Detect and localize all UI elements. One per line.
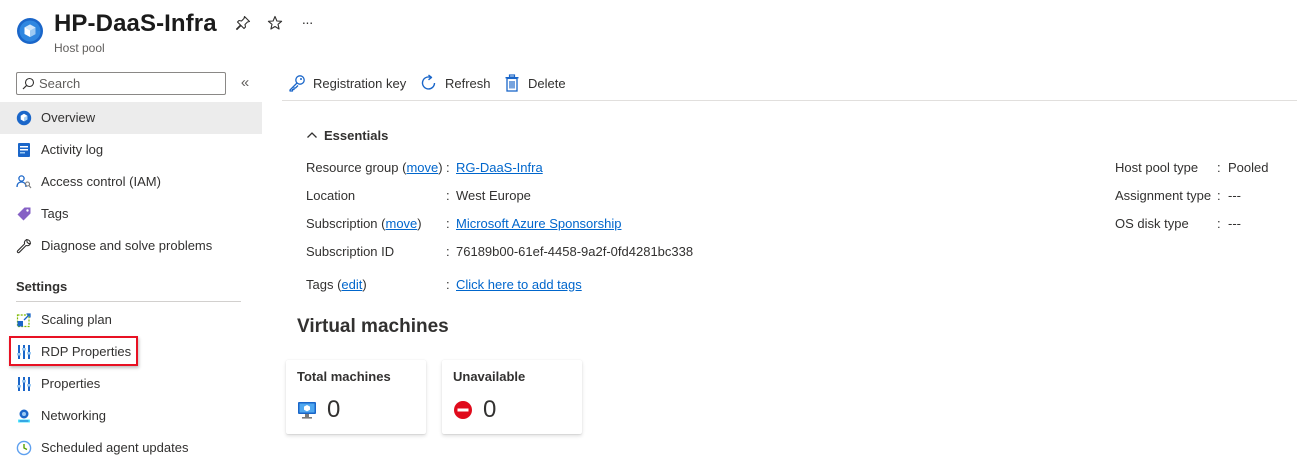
sidebar-item-label: Access control (IAM) (41, 174, 161, 189)
essentials-heading: Essentials (324, 128, 389, 143)
search-icon (22, 77, 35, 90)
wrench-icon (16, 238, 32, 254)
search-box[interactable] (16, 72, 226, 95)
registration-key-label: Registration key (313, 76, 407, 91)
card-title: Unavailable (453, 369, 526, 384)
separator: : (1217, 216, 1221, 231)
sidebar-item-diagnose[interactable]: Diagnose and solve problems (0, 230, 262, 262)
card-value: 0 (483, 396, 497, 423)
resource-group-move-link[interactable]: move (406, 160, 438, 175)
resource-group-key: Resource group (move) (306, 160, 443, 175)
tag-icon (17, 207, 31, 221)
unavailable-card[interactable]: Unavailable 0 (442, 360, 582, 434)
more-icon[interactable]: ··· (298, 13, 316, 31)
sidebar-item-label: Networking (41, 408, 107, 423)
section-divider (16, 301, 241, 302)
activity-log-icon (18, 143, 30, 157)
sidebar-item-label: RDP Properties (41, 344, 132, 359)
card-value: 0 (327, 396, 341, 423)
tags-edit-link[interactable]: edit (341, 277, 362, 292)
blocked-icon (454, 401, 472, 419)
sidebar-item-label: Diagnose and solve problems (41, 238, 213, 253)
chevron-up-icon (307, 132, 317, 138)
tags-key: Tags (edit) (306, 277, 367, 292)
sliders-icon (17, 377, 31, 391)
settings-section-heading: Settings (16, 279, 68, 294)
host-pool-type-label: Host pool type (1115, 160, 1199, 175)
page-title: HP-DaaS-Infra (54, 10, 217, 37)
sidebar-item-activity-log[interactable]: Activity log (0, 134, 262, 166)
separator: : (446, 277, 450, 292)
refresh-button[interactable]: Refresh (420, 73, 492, 93)
refresh-icon (421, 74, 436, 90)
pin-icon[interactable] (234, 15, 252, 33)
delete-button[interactable]: Delete (503, 73, 568, 93)
resource-group-label: Resource group (306, 160, 399, 175)
separator: : (446, 216, 450, 231)
clock-icon (16, 440, 32, 456)
monitor-icon (298, 402, 316, 419)
essentials-toggle[interactable]: Essentials (306, 127, 396, 145)
sidebar-item-access-control[interactable]: Access control (IAM) (0, 166, 262, 198)
collapse-menu-icon[interactable]: « (237, 73, 253, 93)
add-tags-link[interactable]: Click here to add tags (456, 277, 582, 292)
command-bar: Registration key Refresh Delete (282, 62, 1297, 101)
sidebar-item-networking[interactable]: Networking (0, 400, 262, 432)
location-value: West Europe (456, 188, 531, 203)
iam-icon (16, 175, 32, 189)
sidebar-item-label: Scaling plan (41, 312, 112, 327)
sidebar-item-label: Overview (41, 110, 96, 125)
sidebar-item-overview[interactable]: Overview (0, 102, 262, 134)
blade-header: HP-DaaS-Infra Host pool ··· (0, 0, 1297, 62)
host-pool-icon (16, 110, 32, 126)
subscription-id-label: Subscription ID (306, 244, 395, 259)
scaling-plan-icon (16, 313, 31, 328)
sliders-icon (17, 345, 31, 359)
subscription-move-link[interactable]: move (386, 216, 418, 231)
host-pool-type-value: Pooled (1228, 160, 1269, 175)
sidebar-item-properties[interactable]: Properties (0, 368, 262, 400)
separator: : (446, 244, 450, 259)
page-subtitle: Host pool (54, 41, 105, 55)
location-label: Location (306, 188, 356, 203)
host-pool-icon (17, 18, 43, 44)
networking-icon (18, 409, 30, 423)
subscription-id-value: 76189b00-61ef-4458-9a2f-0fd4281bc338 (456, 244, 694, 259)
sidebar-item-label: Activity log (41, 142, 104, 157)
assignment-type-label: Assignment type (1115, 188, 1212, 203)
separator: : (1217, 160, 1221, 175)
trash-icon (505, 74, 519, 92)
os-disk-type-label: OS disk type (1115, 216, 1189, 231)
resource-group-link[interactable]: RG-DaaS-Infra (456, 160, 543, 175)
subscription-label: Subscription (306, 216, 378, 231)
sidebar-item-scaling-plan[interactable]: Scaling plan (0, 304, 262, 336)
separator: : (1217, 188, 1221, 203)
sidebar-item-label: Properties (41, 376, 101, 391)
key-icon (289, 75, 305, 92)
assignment-type-value: --- (1228, 188, 1241, 203)
resource-menu: « Overview Activity log Access control (… (0, 62, 262, 461)
registration-key-button[interactable]: Registration key (288, 73, 413, 93)
os-disk-type-value: --- (1228, 216, 1241, 231)
sidebar-item-label: Tags (41, 206, 69, 221)
sidebar-item-label: Scheduled agent updates (41, 440, 189, 455)
search-input[interactable] (39, 73, 223, 94)
tags-label: Tags (306, 277, 334, 292)
virtual-machines-heading: Virtual machines (297, 316, 449, 337)
card-title: Total machines (297, 369, 391, 384)
separator: : (446, 160, 450, 175)
total-machines-card[interactable]: Total machines 0 (286, 360, 426, 434)
sidebar-item-rdp-properties[interactable]: RDP Properties (0, 336, 262, 368)
subscription-key: Subscription (move) (306, 216, 422, 231)
sidebar-item-scheduled-agent-updates[interactable]: Scheduled agent updates (0, 432, 262, 461)
separator: : (446, 188, 450, 203)
star-icon[interactable] (266, 15, 284, 33)
subscription-link[interactable]: Microsoft Azure Sponsorship (456, 216, 621, 231)
sidebar-item-tags[interactable]: Tags (0, 198, 262, 230)
delete-label: Delete (528, 76, 566, 91)
refresh-label: Refresh (445, 76, 491, 91)
